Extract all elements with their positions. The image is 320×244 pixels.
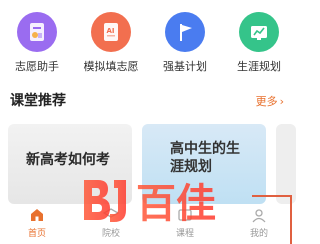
tab-course[interactable]: 课程 (148, 204, 222, 244)
tab-label: 课程 (175, 229, 194, 239)
course-card[interactable]: 高中生的生涯规划 (142, 124, 266, 204)
section-title: 课堂推荐 (10, 93, 66, 109)
grid-label: 模拟填志愿 (83, 60, 139, 73)
course-icon (178, 209, 192, 221)
grid-item-volunteer-assistant[interactable]: 志愿助手 (0, 12, 74, 74)
grid-item-mock-application[interactable]: AI 模拟填志愿 (74, 12, 148, 74)
frame-line (290, 195, 292, 244)
tab-profile[interactable]: 我的 (222, 204, 296, 244)
course-card-title: 高中生的生涯规划 (170, 141, 240, 175)
bottom-tab-bar: 首页 院校 课程 我的 (0, 204, 296, 244)
more-label: 更多 (255, 95, 278, 108)
course-card-title: 新高考如何考 (26, 152, 110, 168)
tab-home[interactable]: 首页 (0, 204, 74, 244)
course-card-partial[interactable] (276, 124, 296, 204)
tab-label: 我的 (249, 229, 268, 239)
grid-item-strong-foundation[interactable]: 强基计划 (148, 12, 222, 74)
school-icon (102, 208, 120, 218)
tab-label: 首页 (27, 229, 46, 239)
grid-label: 生涯规划 (237, 60, 281, 73)
grid-label: 强基计划 (163, 60, 207, 73)
tab-school[interactable]: 院校 (74, 204, 148, 244)
course-card[interactable]: 新高考如何考 (8, 124, 132, 204)
grid-label: 志愿助手 (15, 60, 59, 73)
document-user-icon (17, 12, 57, 52)
chevron-right-icon: › (279, 94, 284, 108)
feature-grid: 志愿助手 AI 模拟填志愿 强基计划 生涯规划 (0, 12, 296, 74)
chart-board-icon (239, 12, 279, 52)
home-icon (31, 209, 43, 221)
svg-text:AI: AI (107, 27, 115, 35)
grid-item-career-planning[interactable]: 生涯规划 (222, 12, 296, 74)
flag-icon (165, 12, 205, 52)
more-link[interactable]: 更多 › (256, 93, 284, 109)
tab-label: 院校 (101, 229, 120, 239)
frame-line (252, 195, 292, 197)
ai-document-icon: AI (91, 12, 131, 52)
profile-icon (252, 209, 266, 223)
